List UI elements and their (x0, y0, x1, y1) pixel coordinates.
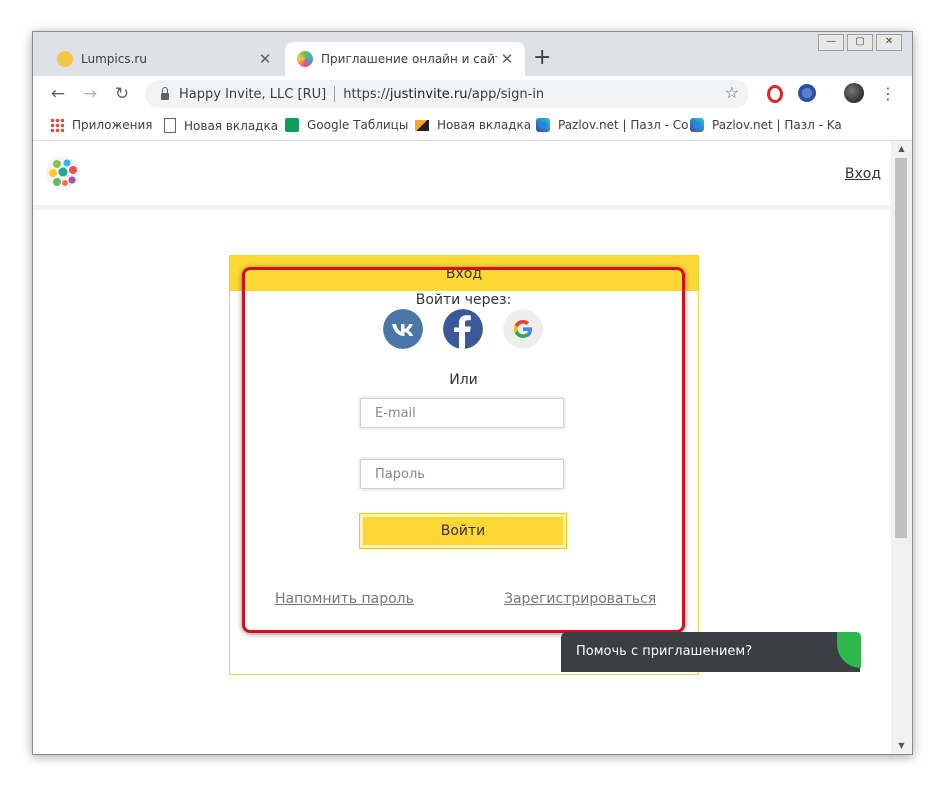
close-window-button[interactable]: ✕ (876, 34, 902, 51)
tab-title: Lumpics.ru (81, 52, 147, 66)
remind-password-link[interactable]: Напомнить пароль (275, 591, 414, 607)
bookmarks-bar: Приложения Новая вкладка Google Таблицы … (33, 112, 912, 141)
bookmark-label: Pazlov.net | Пазл - Co (558, 118, 689, 132)
happy-invite-logo-icon[interactable] (45, 155, 81, 191)
back-arrow-icon[interactable]: ← (46, 82, 70, 106)
bookmark-pazlov-2[interactable]: Pazlov.net | Пазл - Ka (690, 118, 842, 132)
url-prefix: https:// (343, 86, 390, 102)
vpn-globe-icon[interactable] (798, 84, 816, 102)
password-field[interactable]: Пароль (360, 459, 564, 489)
tab-strip: Lumpics.ru ✕ Приглашение онлайн и сайт м… (33, 32, 912, 76)
apps-grid-icon (50, 118, 64, 132)
bookmark-star-icon[interactable]: ☆ (725, 83, 739, 102)
email-field[interactable]: E-mail (360, 398, 564, 428)
puzzle-icon (536, 118, 550, 132)
new-tab-button[interactable]: + (533, 46, 551, 70)
site-header: Вход (33, 141, 891, 210)
bookmark-label: Новая вкладка (437, 118, 532, 132)
vk-login-icon[interactable] (383, 309, 423, 349)
submit-login-button[interactable]: Войти (360, 514, 566, 548)
or-separator-label: Или (449, 372, 478, 388)
forward-arrow-icon[interactable]: → (78, 82, 102, 106)
page-scrollbar[interactable]: ▲ ▼ (891, 141, 912, 754)
opera-extension-icon[interactable] (767, 85, 783, 103)
login-via-label: Войти через: (415, 292, 512, 308)
bookmark-label: Приложения (72, 118, 153, 132)
google-login-icon[interactable] (503, 309, 543, 349)
facebook-login-icon[interactable] (443, 309, 483, 349)
register-link[interactable]: Зарегистрироваться (504, 591, 656, 607)
address-bar[interactable]: Happy Invite, LLC [RU] https://justinvit… (145, 80, 749, 108)
browser-window: Lumpics.ru ✕ Приглашение онлайн и сайт м… (32, 31, 913, 755)
lock-icon (161, 86, 169, 100)
puzzle-icon (690, 118, 704, 132)
scroll-down-arrow-icon[interactable]: ▼ (891, 738, 912, 754)
bookmark-apps[interactable]: Приложения (50, 118, 153, 132)
scrollbar-thumb[interactable] (895, 158, 907, 538)
header-login-link[interactable]: Вход (845, 166, 881, 182)
avatar[interactable] (844, 83, 864, 103)
maximize-button[interactable]: ▢ (847, 34, 873, 51)
close-tab-icon[interactable]: ✕ (255, 50, 275, 68)
login-card: Вход Войти через: Или E-mail Пароль Войт… (229, 255, 699, 675)
tab-title: Приглашение онлайн и сайт ме (321, 52, 497, 66)
menu-kebab-icon[interactable]: ⋮ (876, 82, 900, 106)
bookmark-pazlov-1[interactable]: Pazlov.net | Пазл - Co (536, 118, 688, 132)
url-path: /app/sign-in (467, 86, 545, 102)
url-text: https://justinvite.ru/app/sign-in (343, 87, 544, 102)
scroll-up-arrow-icon[interactable]: ▲ (891, 141, 912, 157)
justinvite-favicon-icon (297, 51, 313, 67)
bookmark-google-sheets[interactable]: Google Таблицы (285, 118, 408, 132)
bookmark-new-tab-2[interactable]: Новая вкладка (415, 118, 531, 132)
url-host: justinvite.ru (389, 86, 468, 102)
bookmark-label: Google Таблицы (307, 118, 409, 132)
help-chat-widget[interactable]: Помочь с приглашением? (561, 632, 860, 672)
page-icon (164, 118, 176, 133)
tab-lumpics[interactable]: Lumpics.ru ✕ (45, 42, 283, 76)
lumpics-favicon-icon (57, 51, 73, 67)
bookmark-label: Pazlov.net | Пазл - Ka (712, 118, 842, 132)
bookmark-label: Новая вкладка (184, 118, 279, 133)
reload-icon[interactable]: ↻ (110, 82, 134, 106)
window-controls: — ▢ ✕ (815, 34, 902, 51)
sheets-icon (285, 118, 299, 132)
close-tab-icon[interactable]: ✕ (497, 50, 517, 68)
address-separator (334, 86, 336, 102)
minimize-button[interactable]: — (818, 34, 844, 51)
bookmark-new-tab-1[interactable]: Новая вкладка (164, 118, 278, 133)
image-icon (415, 119, 429, 131)
site-identity: Happy Invite, LLC [RU] (179, 86, 327, 102)
browser-toolbar: ← → ↻ Happy Invite, LLC [RU] https://jus… (33, 76, 912, 112)
login-form-highlight: Войти через: Или E-mail Пароль Войти Нап… (242, 267, 685, 633)
tab-justinvite[interactable]: Приглашение онлайн и сайт ме ✕ (285, 42, 525, 76)
